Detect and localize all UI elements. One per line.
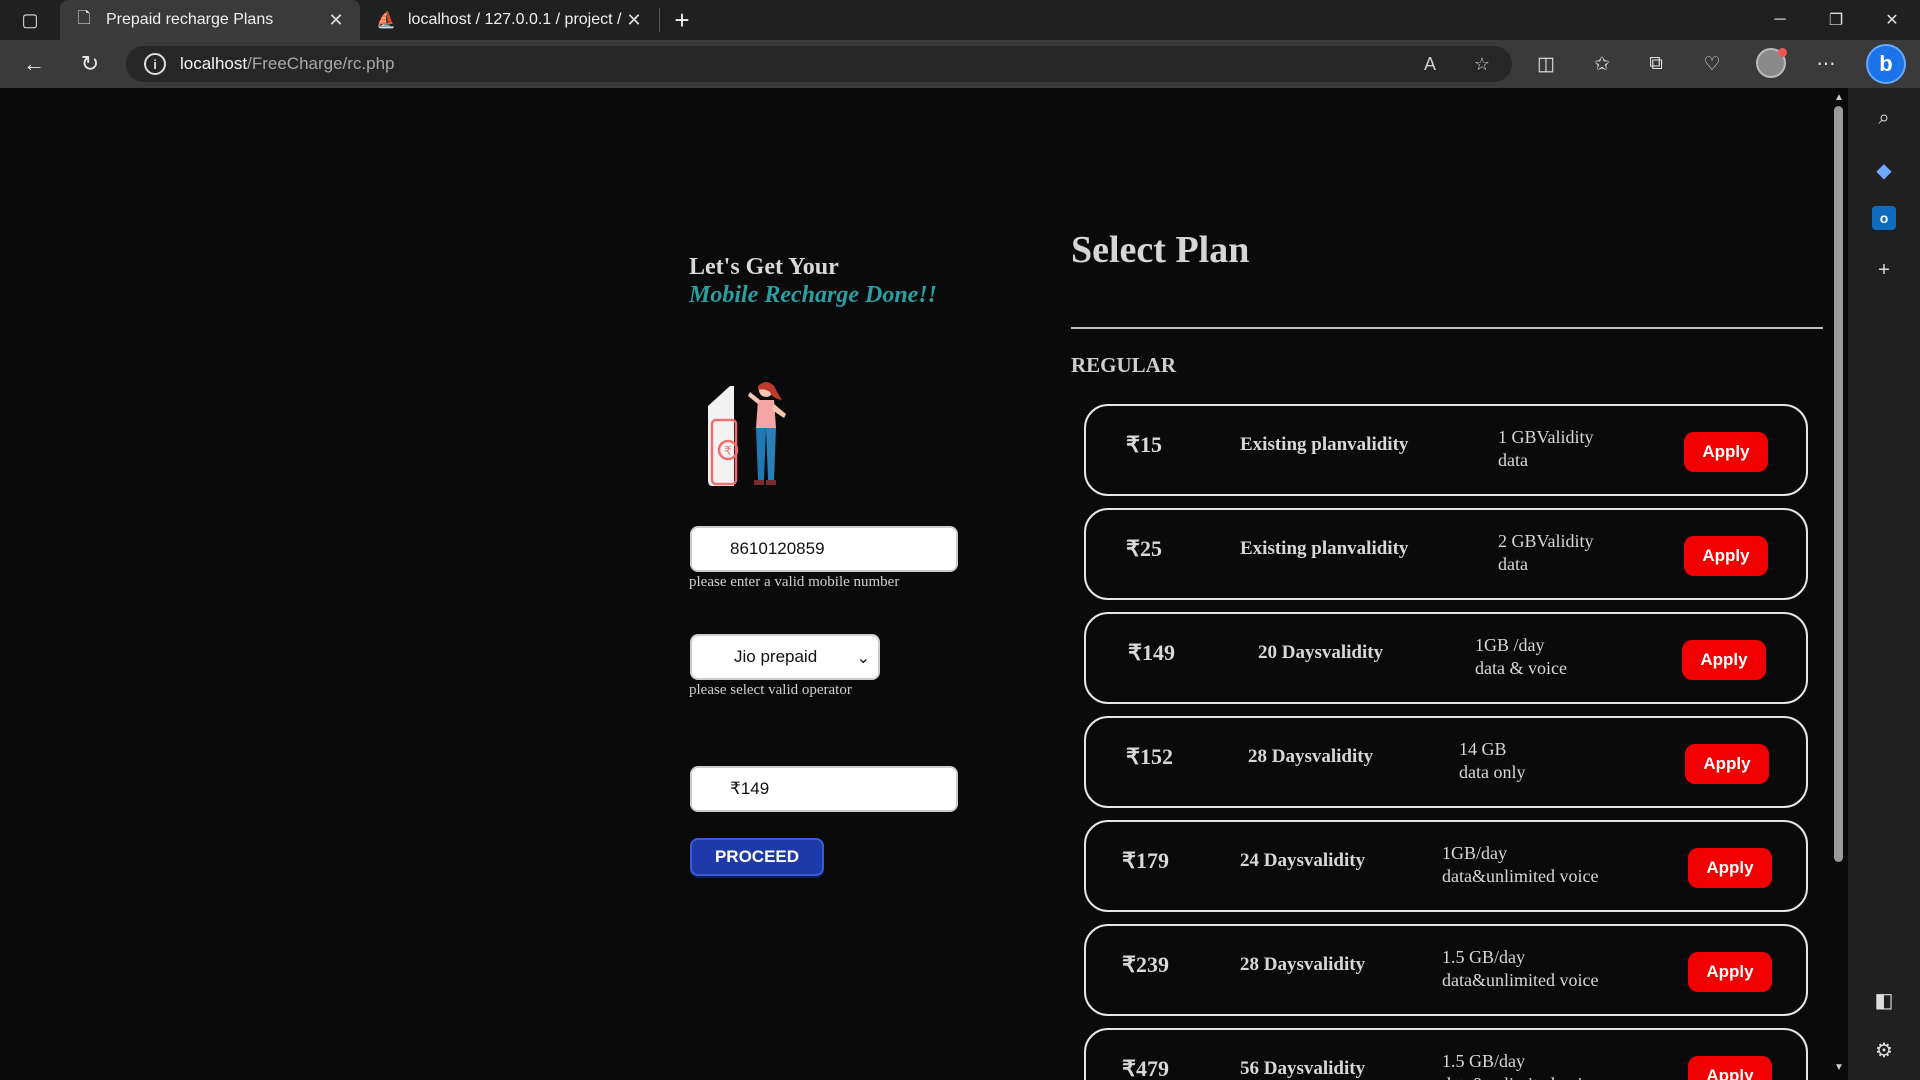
hero-title: Let's Get Your (689, 254, 839, 280)
plan-validity: Existing planvalidity (1240, 434, 1409, 455)
scrollbar-thumb[interactable] (1834, 106, 1843, 862)
operator-select[interactable]: Jio prepaid ⌄ (690, 634, 880, 680)
plan-data: 1GB/day data&unlimited voice (1442, 843, 1599, 886)
apply-button[interactable]: Apply (1682, 640, 1766, 680)
site-info-icon[interactable]: i (144, 53, 166, 75)
plan-price: ₹149 (1128, 640, 1175, 665)
window-controls: ─ ❐ ✕ (1752, 0, 1920, 40)
restore-icon[interactable]: ❐ (1808, 0, 1864, 40)
search-icon[interactable]: ⌕ (1866, 100, 1902, 136)
add-sidebar-app-icon[interactable]: + (1866, 252, 1902, 288)
plan-data: 2 GBValidity data (1498, 531, 1594, 574)
plans-section-label: REGULAR (1071, 353, 1177, 377)
tab-actions-icon[interactable]: ▢ (12, 8, 48, 32)
more-options-icon[interactable]: ⋯ (1808, 46, 1844, 82)
close-icon[interactable]: ✕ (326, 10, 346, 31)
tab-separator (659, 8, 660, 32)
plan-price: ₹15 (1126, 432, 1162, 457)
plan-data: 1 GBValidity data (1498, 427, 1594, 470)
plan-card: ₹179 24 Daysvalidity 1GB/day data&unlimi… (1084, 820, 1808, 912)
close-icon[interactable]: ✕ (624, 10, 644, 31)
url-host: localhost (180, 54, 248, 73)
apply-button[interactable]: Apply (1688, 848, 1772, 888)
amount-input[interactable]: ₹149 (690, 766, 958, 812)
plan-price: ₹179 (1122, 848, 1169, 873)
outlook-icon[interactable]: o (1872, 206, 1896, 230)
url-path: /FreeCharge/rc.php (247, 54, 395, 73)
plan-card: ₹479 56 Daysvalidity 1.5 GB/day data&unl… (1084, 1028, 1808, 1080)
plan-validity: 28 Daysvalidity (1248, 746, 1374, 767)
refresh-icon[interactable]: ↻ (72, 48, 108, 80)
plan-price: ₹479 (1122, 1056, 1169, 1080)
close-window-icon[interactable]: ✕ (1864, 0, 1920, 40)
select-plan-title: Select Plan (1071, 229, 1250, 271)
profile-avatar[interactable] (1756, 48, 1787, 78)
tab-phpmyadmin[interactable]: ⛵ localhost / 127.0.0.1 / project / u ✕ (362, 0, 658, 40)
plan-validity: 56 Daysvalidity (1240, 1058, 1366, 1079)
address-bar[interactable]: i localhost/FreeCharge/rc.php (126, 46, 1512, 82)
apply-button[interactable]: Apply (1688, 1056, 1772, 1080)
collections-icon[interactable]: ⧉ (1638, 46, 1674, 82)
hero-subtitle: Mobile Recharge Done!! (689, 282, 937, 308)
scroll-up-arrow-icon[interactable]: ▲ (1834, 92, 1844, 103)
plan-card: ₹152 28 Daysvalidity 14 GB data only App… (1084, 716, 1808, 808)
plan-card: ₹25 Existing planvalidity 2 GBValidity d… (1084, 508, 1808, 600)
edge-sidebar: ⌕ ◆ o + ◧ ⚙ (1848, 88, 1920, 1080)
tab-prepaid-plans[interactable]: 🗋 Prepaid recharge Plans ✕ (60, 0, 360, 40)
page-icon: 🗋 (77, 9, 91, 27)
favorite-star-icon[interactable]: ☆ (1464, 46, 1500, 82)
copilot-icon[interactable]: ◆ (1866, 152, 1902, 188)
plan-data: 1GB /day data & voice (1475, 635, 1567, 678)
plan-card: ₹15 Existing planvalidity 1 GBValidity d… (1084, 404, 1808, 496)
plan-card: ₹239 28 Daysvalidity 1.5 GB/day data&unl… (1084, 924, 1808, 1016)
gear-icon[interactable]: ⚙ (1866, 1032, 1902, 1068)
tab-title: localhost / 127.0.0.1 / project / u (408, 11, 624, 28)
hide-sidebar-icon[interactable]: ◧ (1866, 982, 1902, 1018)
mobile-hint: please enter a valid mobile number (689, 574, 900, 590)
phpmyadmin-icon: ⛵ (376, 12, 396, 29)
plan-data: 14 GB data only (1459, 739, 1526, 782)
minimize-icon[interactable]: ─ (1752, 0, 1808, 40)
split-screen-icon[interactable]: ◫ (1528, 46, 1564, 82)
mobile-number-input[interactable]: 8610120859 (690, 526, 958, 572)
page-content: Let's Get Your Mobile Recharge Done!! ₹ … (0, 88, 1828, 1080)
plan-validity: Existing planvalidity (1240, 538, 1409, 559)
apply-button[interactable]: Apply (1684, 432, 1768, 472)
plan-card: ₹149 20 Daysvalidity 1GB /day data & voi… (1084, 612, 1808, 704)
operator-value: Jio prepaid (734, 647, 818, 666)
apply-button[interactable]: Apply (1688, 952, 1772, 992)
favorites-icon[interactable]: ✩ (1584, 46, 1620, 82)
plan-validity: 28 Daysvalidity (1240, 954, 1366, 975)
bing-copilot-icon[interactable]: b (1866, 44, 1906, 84)
apply-button[interactable]: Apply (1684, 536, 1768, 576)
scroll-down-arrow-icon[interactable]: ▼ (1834, 1062, 1844, 1073)
plan-validity: 24 Daysvalidity (1240, 850, 1366, 871)
recharge-illustration: ₹ (708, 382, 786, 486)
browser-essentials-icon[interactable]: ♡ (1694, 46, 1730, 82)
new-tab-button[interactable]: + (666, 4, 698, 36)
back-icon[interactable]: ← (16, 48, 52, 80)
browser-tab-bar: ▢ 🗋 Prepaid recharge Plans ✕ ⛵ localhost… (0, 0, 1920, 40)
plans-divider (1071, 327, 1823, 329)
read-aloud-icon[interactable]: A (1412, 46, 1448, 82)
plan-price: ₹239 (1122, 952, 1169, 977)
plan-price: ₹25 (1126, 536, 1162, 561)
plan-validity: 20 Daysvalidity (1258, 642, 1384, 663)
browser-toolbar: ← ↻ i localhost/FreeCharge/rc.php A ☆ ◫ … (0, 40, 1920, 88)
apply-button[interactable]: Apply (1685, 744, 1769, 784)
chevron-down-icon: ⌄ (856, 650, 870, 667)
proceed-button[interactable]: PROCEED (690, 838, 824, 876)
plan-data: 1.5 GB/day data&unlimited voice (1442, 947, 1599, 990)
operator-hint: please select valid operator (689, 682, 852, 698)
plan-price: ₹152 (1126, 744, 1173, 769)
svg-text:₹: ₹ (724, 444, 732, 458)
tab-title: Prepaid recharge Plans (106, 11, 274, 28)
plan-data: 1.5 GB/day data&unlimited voice (1442, 1051, 1598, 1080)
